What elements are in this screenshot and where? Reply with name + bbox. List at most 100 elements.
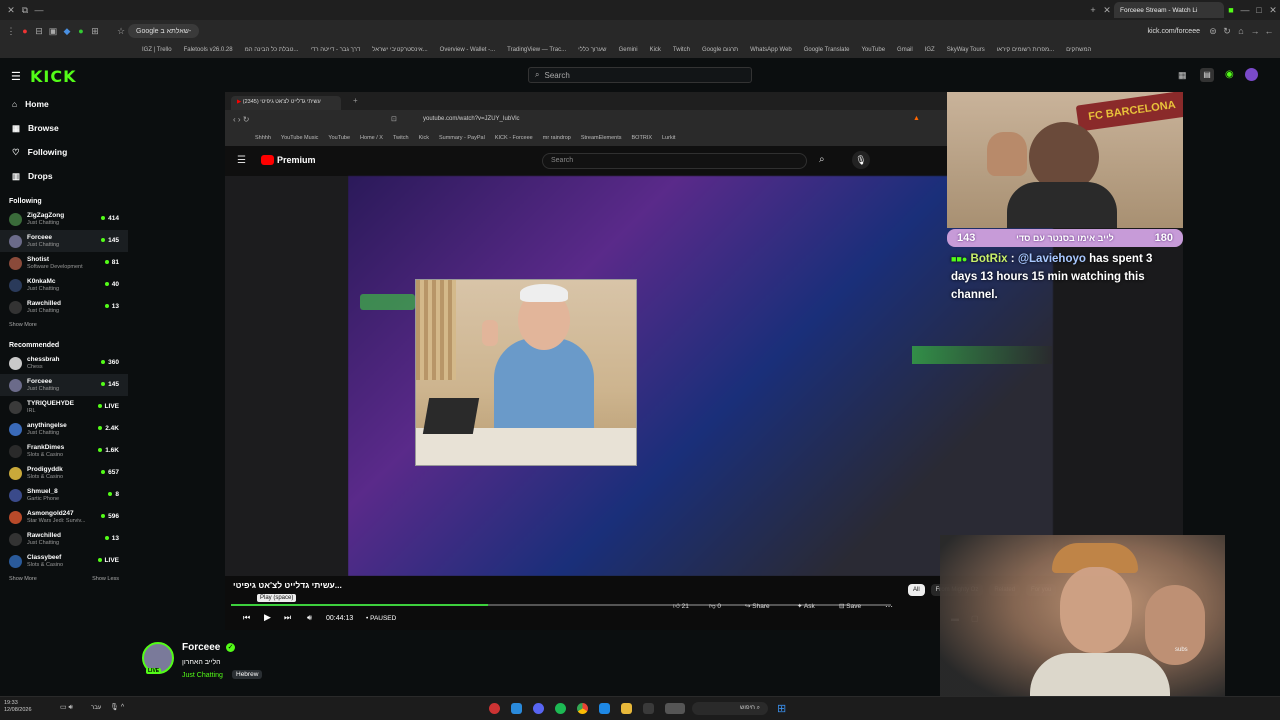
bookmark-item[interactable]: Google Translate	[804, 47, 850, 53]
close-window-icon[interactable]: ✕	[4, 3, 18, 17]
discord-icon[interactable]	[533, 703, 544, 714]
maximize-window-icon[interactable]: □	[1252, 3, 1266, 17]
nav-item-browse[interactable]: ▦ Browse	[0, 116, 128, 140]
more-icon[interactable]: ⋯	[885, 602, 893, 611]
bookmark-item[interactable]: TradingView — Trac...	[507, 47, 566, 53]
folder-icon[interactable]	[621, 703, 632, 714]
bookmark-item[interactable]: המשחקים	[1066, 47, 1091, 53]
active-tab[interactable]: Forceee Stream - Watch Li	[1114, 2, 1224, 18]
like-button[interactable]: 👍︎ 21	[673, 602, 689, 610]
forward-icon[interactable]: →	[1248, 24, 1262, 38]
channel-list-item[interactable]: Rawchilled Just Chatting 13	[0, 296, 128, 318]
ask-button[interactable]: ✦ Ask	[797, 602, 815, 610]
show-more-following[interactable]: Show More	[0, 318, 128, 332]
share-button[interactable]: ↪ Share	[745, 602, 770, 610]
bookmark-item[interactable]: Google תרגום	[702, 47, 738, 53]
app-icon-1[interactable]	[489, 703, 500, 714]
channel-list-item[interactable]: Forceee Just Chatting 145	[0, 230, 128, 252]
close-app-icon[interactable]: ✕	[1266, 3, 1280, 17]
bookmark-item[interactable]: Kick	[650, 47, 661, 53]
prev-icon[interactable]: ⏮	[243, 613, 250, 623]
app-icon-5[interactable]	[665, 703, 685, 714]
bookmark-item[interactable]: Gemini	[619, 47, 638, 53]
mic-tray-icon[interactable]: 🎙︎ ^	[110, 703, 124, 711]
channel-list-item[interactable]: anythingelse Just Chatting 2.4K	[0, 418, 128, 440]
new-tab-icon[interactable]: +	[1086, 3, 1100, 17]
show-more-recommended[interactable]: Show More	[0, 572, 37, 586]
bookmark-item[interactable]: Twitch	[673, 47, 690, 53]
status-icon[interactable]: ◉	[1225, 69, 1234, 80]
back-nav-icon[interactable]: ←	[1262, 24, 1276, 38]
nav-item-home[interactable]: ⌂ Home	[0, 92, 128, 116]
play-icon[interactable]: ▶	[264, 612, 271, 623]
stream-category[interactable]: Just Chatting	[182, 672, 223, 679]
app-icon-3[interactable]	[599, 703, 610, 714]
windows-start-icon[interactable]: ⊞	[777, 702, 786, 715]
bookmark-item[interactable]: YouTube	[861, 47, 885, 53]
streamer-mode-icon[interactable]: ▦	[1178, 70, 1187, 81]
channel-list-item[interactable]: Rawchilled Just Chatting 13	[0, 528, 128, 550]
kick-search-input[interactable]: ⌕ Search	[528, 67, 752, 83]
bookmark-item[interactable]: Faletools v26.0.28	[184, 47, 233, 53]
user-avatar[interactable]	[1245, 68, 1258, 81]
bookmark-item[interactable]: שערוך כללי	[578, 47, 606, 53]
kick-tab-icon[interactable]: ■	[1224, 3, 1238, 17]
minimize-icon[interactable]: —	[32, 3, 46, 17]
bookmark-item[interactable]: Overview - Wallet -...	[440, 47, 495, 53]
bookmark-item[interactable]: דרך גבר - דייטה רדי	[310, 47, 360, 53]
bookmark-item[interactable]: IGZ	[925, 47, 935, 53]
bookmark-item[interactable]: WhatsApp Web	[750, 47, 792, 53]
volume-icon[interactable]: 🔊︎	[307, 613, 312, 623]
bookmark-item[interactable]: SkyWay Tours	[947, 47, 985, 53]
channel-list-item[interactable]: Prodigyddk Slots & Casino 657	[0, 462, 128, 484]
bookmark-item[interactable]: Gmail	[897, 47, 913, 53]
channel-list-item[interactable]: ZigZagZong Just Chatting 414	[0, 208, 128, 230]
star-icon[interactable]: ☆	[114, 24, 128, 38]
channel-list-item[interactable]: Classybeef Slots & Casino LIVE	[0, 550, 128, 572]
menu-icon[interactable]: ☰	[11, 70, 21, 83]
language-indicator[interactable]: עבר	[91, 705, 101, 711]
tab-close-icon[interactable]: ✕	[1100, 3, 1114, 17]
nav-item-drops[interactable]: ▥ Drops	[0, 164, 128, 188]
channel-list-item[interactable]: Shmuel_8 Gartic Phone 8	[0, 484, 128, 506]
save-button[interactable]: ⊟ Save	[839, 602, 861, 610]
channel-list-item[interactable]: Shotist Software Development 81	[0, 252, 128, 274]
home-icon[interactable]: ⌂	[1234, 24, 1248, 38]
google-search-chip[interactable]: Google שאלתא ב-	[128, 24, 200, 38]
kick-logo[interactable]: KICK	[30, 67, 77, 86]
channel-name[interactable]: Forceee	[182, 642, 220, 653]
tune-icon[interactable]: ⊜	[1206, 24, 1220, 38]
spotify-icon[interactable]	[555, 703, 566, 714]
extension-icon[interactable]: ●	[18, 24, 32, 38]
bookmark-item[interactable]: IGZ | Trello	[142, 47, 172, 53]
clip-icon[interactable]: ▤	[1200, 68, 1214, 82]
extension2-icon[interactable]: ⊟	[32, 24, 46, 38]
extension5-icon[interactable]: ⊞	[88, 24, 102, 38]
taskbar-search[interactable]: חיפוש ⌕	[692, 702, 768, 715]
channel-list-item[interactable]: Forceee Just Chatting 145	[0, 374, 128, 396]
chrome-icon[interactable]	[577, 703, 588, 714]
show-less-button[interactable]: Show Less	[83, 572, 119, 586]
whatsapp-ext-icon[interactable]: ●	[74, 24, 88, 38]
address-bar[interactable]: kick.com/forceee	[1147, 28, 1200, 35]
bookmark-item[interactable]: אינסטרקטיבי ישראל...	[372, 47, 427, 53]
channel-list-item[interactable]: Asmongold247 Star Wars Jedi: Surviv... 596	[0, 506, 128, 528]
extension4-icon[interactable]: ◆	[60, 24, 74, 38]
channel-list-item[interactable]: FrankDimes Slots & Casino 1.6K	[0, 440, 128, 462]
progress-track[interactable]	[231, 604, 891, 606]
nav-item-following[interactable]: ♡ Following	[0, 140, 128, 164]
back-icon[interactable]: ⋮	[4, 24, 18, 38]
app-icon-4[interactable]	[643, 703, 654, 714]
bookmark-item[interactable]: טבלת כל הבינה המ...	[245, 47, 299, 53]
system-tray-icons[interactable]: ▭ 🔊︎	[60, 703, 73, 712]
language-tag[interactable]: Hebrew	[232, 670, 263, 679]
next-icon[interactable]: ⏭	[284, 613, 291, 623]
dislike-button[interactable]: 👎︎ 0	[709, 602, 721, 610]
yt-chip[interactable]: All	[908, 584, 925, 596]
channel-list-item[interactable]: TYRIQUEHYDE IRL LIVE	[0, 396, 128, 418]
channel-list-item[interactable]: K0nkaMc Just Chatting 40	[0, 274, 128, 296]
minimize-window-icon[interactable]: —	[1238, 3, 1252, 17]
reload-icon[interactable]: ↻	[1220, 24, 1234, 38]
extension3-icon[interactable]: ▣	[46, 24, 60, 38]
bookmark-item[interactable]: מפרות רשומים קיראו...	[997, 47, 1054, 53]
